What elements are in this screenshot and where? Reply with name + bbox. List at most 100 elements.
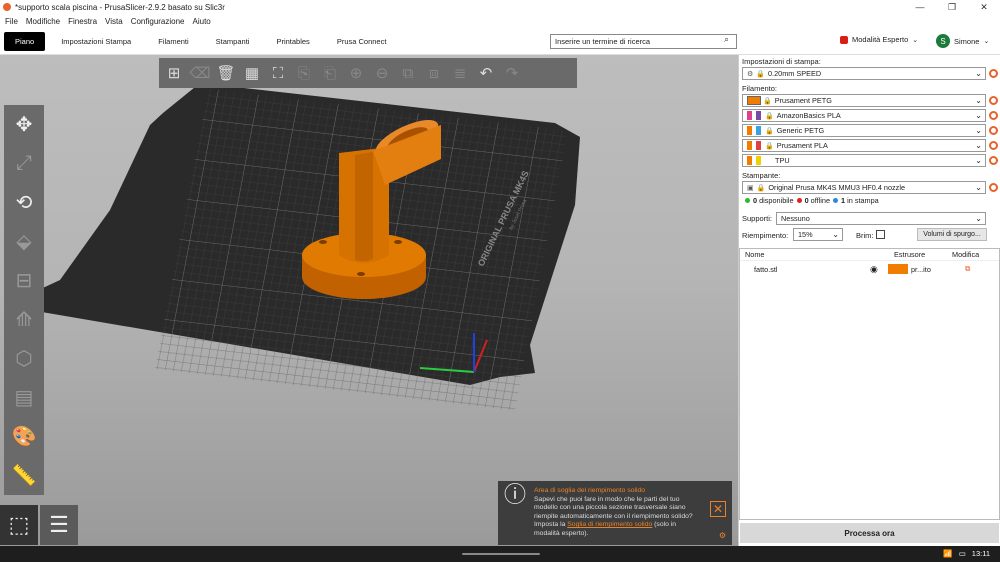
supports-paint-icon[interactable]: ⟰ — [4, 300, 44, 339]
printer-gear-icon[interactable] — [989, 183, 998, 192]
filament-gear-icon[interactable] — [989, 126, 998, 135]
filament-select-4[interactable]: 🔒 Prusament PLA ⌄ — [742, 139, 986, 152]
close-button[interactable]: ✕ — [968, 0, 1000, 14]
gear-icon: ⚙ — [747, 70, 754, 78]
menu-configuration[interactable]: Configurazione — [131, 17, 185, 26]
left-toolbar: ✥ ⤢ ⟲ ⬙ ⊟ ⟰ ⬡ ▤ 🎨 📏 — [4, 105, 44, 495]
tab-printables[interactable]: Printables — [265, 32, 320, 51]
minimize-button[interactable]: — — [904, 0, 936, 14]
menu-edit[interactable]: Modifiche — [26, 17, 60, 26]
rotate-icon[interactable]: ⟲ — [4, 183, 44, 222]
mode-selector[interactable]: Modalità Esperto ⌄ — [840, 35, 918, 44]
filament-select-5[interactable]: TPU ⌄ — [742, 154, 986, 167]
add-object-icon[interactable]: ⊞ — [163, 62, 185, 84]
printer-select[interactable]: ▣ 🔒 Original Prusa MK4S MMU3 HF0.4 nozzle… — [742, 181, 986, 194]
redo-icon[interactable]: ↷ — [501, 62, 523, 84]
filament-label: Filamento: — [742, 84, 778, 93]
menu-bar: File Modifiche Finestra Vista Configuraz… — [0, 14, 1000, 28]
print-profile-select[interactable]: ⚙ 🔒 0.20mm SPEED ⌄ — [742, 67, 986, 80]
split-objects-icon[interactable]: ⧉ — [397, 62, 419, 84]
expert-mode-icon — [840, 35, 848, 44]
supports-select[interactable]: Nessuno ⌄ — [776, 212, 986, 225]
filament-gear-icon[interactable] — [989, 156, 998, 165]
3d-viewport[interactable]: ORIGINAL PRUSA MK4S by Josef Prusa ⊞ ⌫ 🗑… — [0, 55, 738, 546]
arrange-icon[interactable]: ▦ — [241, 62, 263, 84]
user-name: Simone — [954, 36, 980, 46]
seam-paint-icon[interactable]: ⬡ — [4, 339, 44, 378]
chevron-down-icon: ⌄ — [975, 214, 982, 223]
close-icon[interactable]: ✕ — [710, 501, 726, 517]
slice-now-button[interactable]: Processa ora — [740, 523, 999, 543]
battery-icon[interactable]: ▭ — [959, 549, 966, 558]
delete-icon[interactable]: ⌫ — [189, 62, 211, 84]
filament-select-2[interactable]: 🔒 AmazonBasics PLA ⌄ — [742, 109, 986, 122]
chevron-down-icon: ⌄ — [975, 96, 982, 105]
measure-icon[interactable]: 📏 — [4, 456, 44, 495]
menu-window[interactable]: Finestra — [68, 17, 97, 26]
offline-dot — [796, 198, 802, 203]
lock-icon: 🔒 — [765, 127, 774, 135]
fdm-supports-icon[interactable]: ▤ — [4, 378, 44, 417]
tab-printers[interactable]: Stampanti — [205, 32, 261, 51]
3d-view-icon[interactable]: ⬚ — [0, 505, 38, 545]
filament-gear-icon[interactable] — [989, 141, 998, 150]
clock[interactable]: 13:11 — [972, 549, 990, 558]
variable-layer-height-icon[interactable]: ≣ — [449, 62, 471, 84]
column-extruder: Estrusore — [894, 250, 926, 259]
filament-gear-icon[interactable] — [989, 96, 998, 105]
infill-select[interactable]: 15% ⌄ — [793, 228, 843, 241]
purge-volumes-button[interactable]: Volumi di spurgo... — [917, 228, 987, 241]
sidebar: Impostazioni di stampa: ⚙ 🔒 0.20mm SPEED ⌄… — [738, 55, 1000, 546]
object-list: Nome Estrusore Modifica fatto.stl ◉ pr..… — [739, 248, 1000, 520]
copy-icon[interactable]: ⎘ — [293, 62, 315, 84]
gear-icon[interactable]: ⚙ — [719, 532, 726, 541]
preview-view-icon[interactable]: ☰ — [40, 505, 78, 545]
tab-print-settings[interactable]: Impostazioni Stampa — [50, 32, 142, 51]
print-settings-gear-icon[interactable] — [989, 69, 998, 78]
chevron-down-icon: ⌄ — [975, 183, 982, 192]
hint-notification: ⓘ Area di soglia del riempimento solido … — [498, 481, 732, 545]
mmu-paint-icon[interactable]: 🎨 — [4, 417, 44, 456]
printer-status: 0 disponibile 0 offline 1 in stampa — [742, 196, 879, 205]
hint-body: Sapevi che puoi fare in modo che le part… — [534, 495, 693, 537]
cut-icon[interactable]: ⊟ — [4, 261, 44, 300]
search-input[interactable]: Inserire un termine di ricerca — [550, 34, 737, 49]
tab-plater[interactable]: Piano — [4, 31, 46, 51]
tab-filaments[interactable]: Filamenti — [147, 32, 199, 51]
filament-select-3[interactable]: 🔒 Generic PETG ⌄ — [742, 124, 986, 137]
split-parts-icon[interactable]: ⧈ — [423, 62, 445, 84]
paste-icon[interactable]: ⎗ — [319, 62, 341, 84]
menu-help[interactable]: Aiuto — [193, 17, 211, 26]
chevron-down-icon: ⌄ — [975, 141, 982, 150]
undo-icon[interactable]: ↶ — [475, 62, 497, 84]
maximize-button[interactable]: ❐ — [936, 0, 968, 14]
wifi-icon[interactable]: 📶 — [943, 549, 952, 558]
hint-link[interactable]: Soglia di riempimento solido — [567, 521, 652, 528]
filament-select-1[interactable]: 🔒 Prusament PETG ⌄ — [742, 94, 986, 107]
tab-prusa-connect[interactable]: Prusa Connect — [326, 32, 398, 51]
scale-icon[interactable]: ⤢ — [4, 144, 44, 183]
add-instance-icon[interactable]: ⊕ — [345, 62, 367, 84]
printer-label: Stampante: — [742, 171, 781, 180]
edit-icon[interactable]: ⧉ — [965, 264, 970, 274]
filament-color-swatch — [747, 111, 752, 120]
move-icon[interactable]: ✥ — [4, 105, 44, 144]
remove-instance-icon[interactable]: ⊖ — [371, 62, 393, 84]
user-menu[interactable]: S Simone ⌄ — [936, 34, 989, 48]
taskbar: 📶 ▭ 13:11 — [0, 546, 1000, 562]
extruder-color-swatch — [756, 126, 761, 135]
place-on-face-icon[interactable]: ⬙ — [4, 222, 44, 261]
brim-checkbox[interactable] — [876, 230, 885, 239]
eye-icon[interactable]: ◉ — [870, 264, 888, 275]
object-extruder[interactable]: pr...ito — [911, 265, 951, 274]
supports-label: Supporti: — [742, 214, 773, 223]
list-item[interactable]: fatto.stl ◉ pr...ito ⧉ — [740, 261, 999, 277]
menu-view[interactable]: Vista — [105, 17, 123, 26]
lock-icon: 🔒 — [756, 184, 766, 192]
menu-file[interactable]: File — [5, 17, 18, 26]
chevron-down-icon: ⌄ — [983, 38, 990, 45]
delete-all-icon[interactable]: 🗑 — [215, 62, 237, 84]
filament-gear-icon[interactable] — [989, 111, 998, 120]
printing-dot — [833, 198, 839, 203]
arrange-selection-icon[interactable]: ⛶ — [267, 62, 289, 84]
